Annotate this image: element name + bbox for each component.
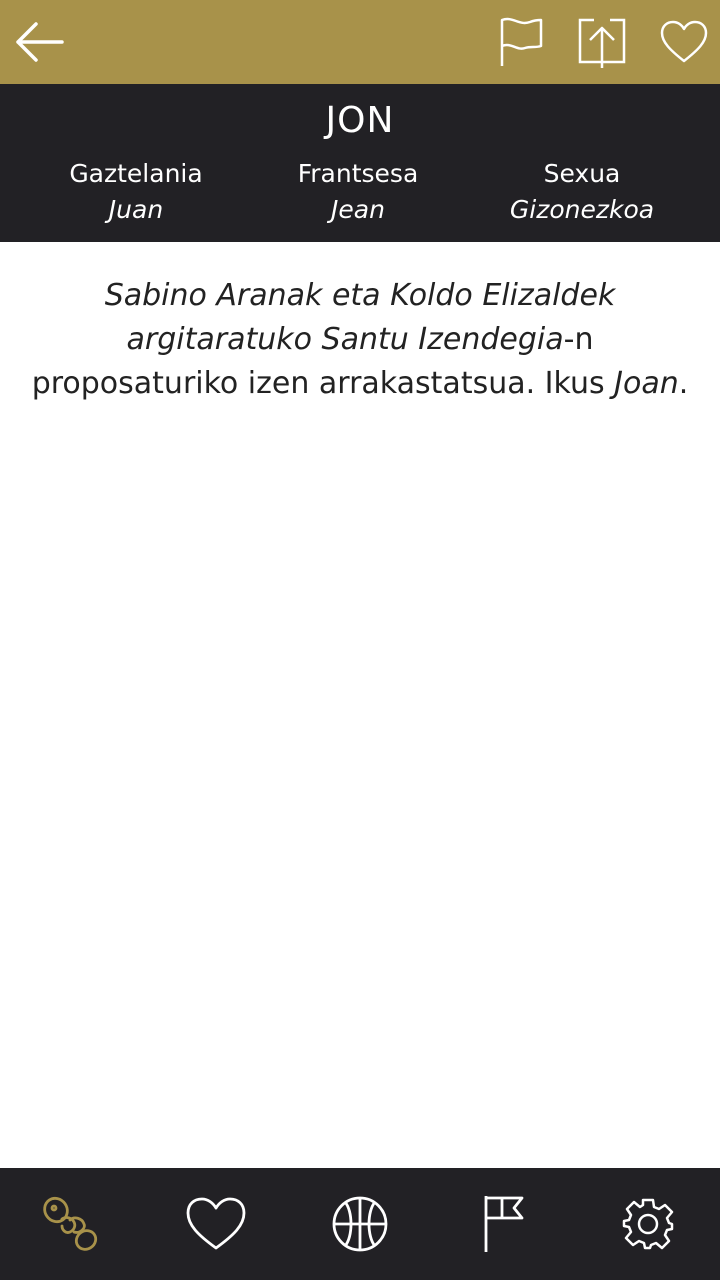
share-button[interactable] [562,0,642,84]
back-button[interactable] [0,0,80,84]
favorite-button[interactable] [644,0,720,84]
basketball-icon [332,1196,388,1252]
pacifier-icon [43,1196,98,1251]
top-app-bar [0,0,720,84]
nav-settings[interactable] [576,1168,720,1280]
report-flag-button[interactable] [482,0,562,84]
column-label: Sexua [543,159,621,188]
column-label: Gaztelania [69,159,203,188]
description-end: . [678,366,689,401]
column-label: Frantsesa [297,159,419,188]
column-value: Jean [331,195,385,224]
translation-french: Frantsesa Jean [238,156,478,228]
arrow-left-icon [16,22,64,62]
name-header: JON Gaztelania Juan Frantsesa Jean Sexua… [0,84,720,242]
column-value: Juan [108,195,164,224]
gear-icon [622,1198,674,1250]
nav-games[interactable] [288,1168,432,1280]
nav-flags[interactable] [432,1168,576,1280]
translation-spanish: Gaztelania Juan [16,156,256,228]
app-screen: JON Gaztelania Juan Frantsesa Jean Sexua… [0,0,720,1280]
heart-icon [660,20,708,63]
related-name-link[interactable]: Joan [614,366,679,401]
nav-names[interactable] [0,1168,144,1280]
name-title: JON [325,100,395,141]
nav-favorites[interactable] [144,1168,288,1280]
bottom-navigation [0,1168,720,1280]
column-value: Gizonezkoa [509,195,655,224]
gender-info: Sexua Gizonezkoa [462,156,702,228]
name-description: Sabino Aranak eta Koldo Elizaldek argita… [20,274,700,406]
flag-icon [500,17,543,66]
description-italic-source: Sabino Aranak eta Koldo Elizaldek argita… [104,278,616,357]
share-upload-icon [578,18,626,68]
flag-icon [484,1196,524,1252]
heart-icon [186,1197,246,1250]
